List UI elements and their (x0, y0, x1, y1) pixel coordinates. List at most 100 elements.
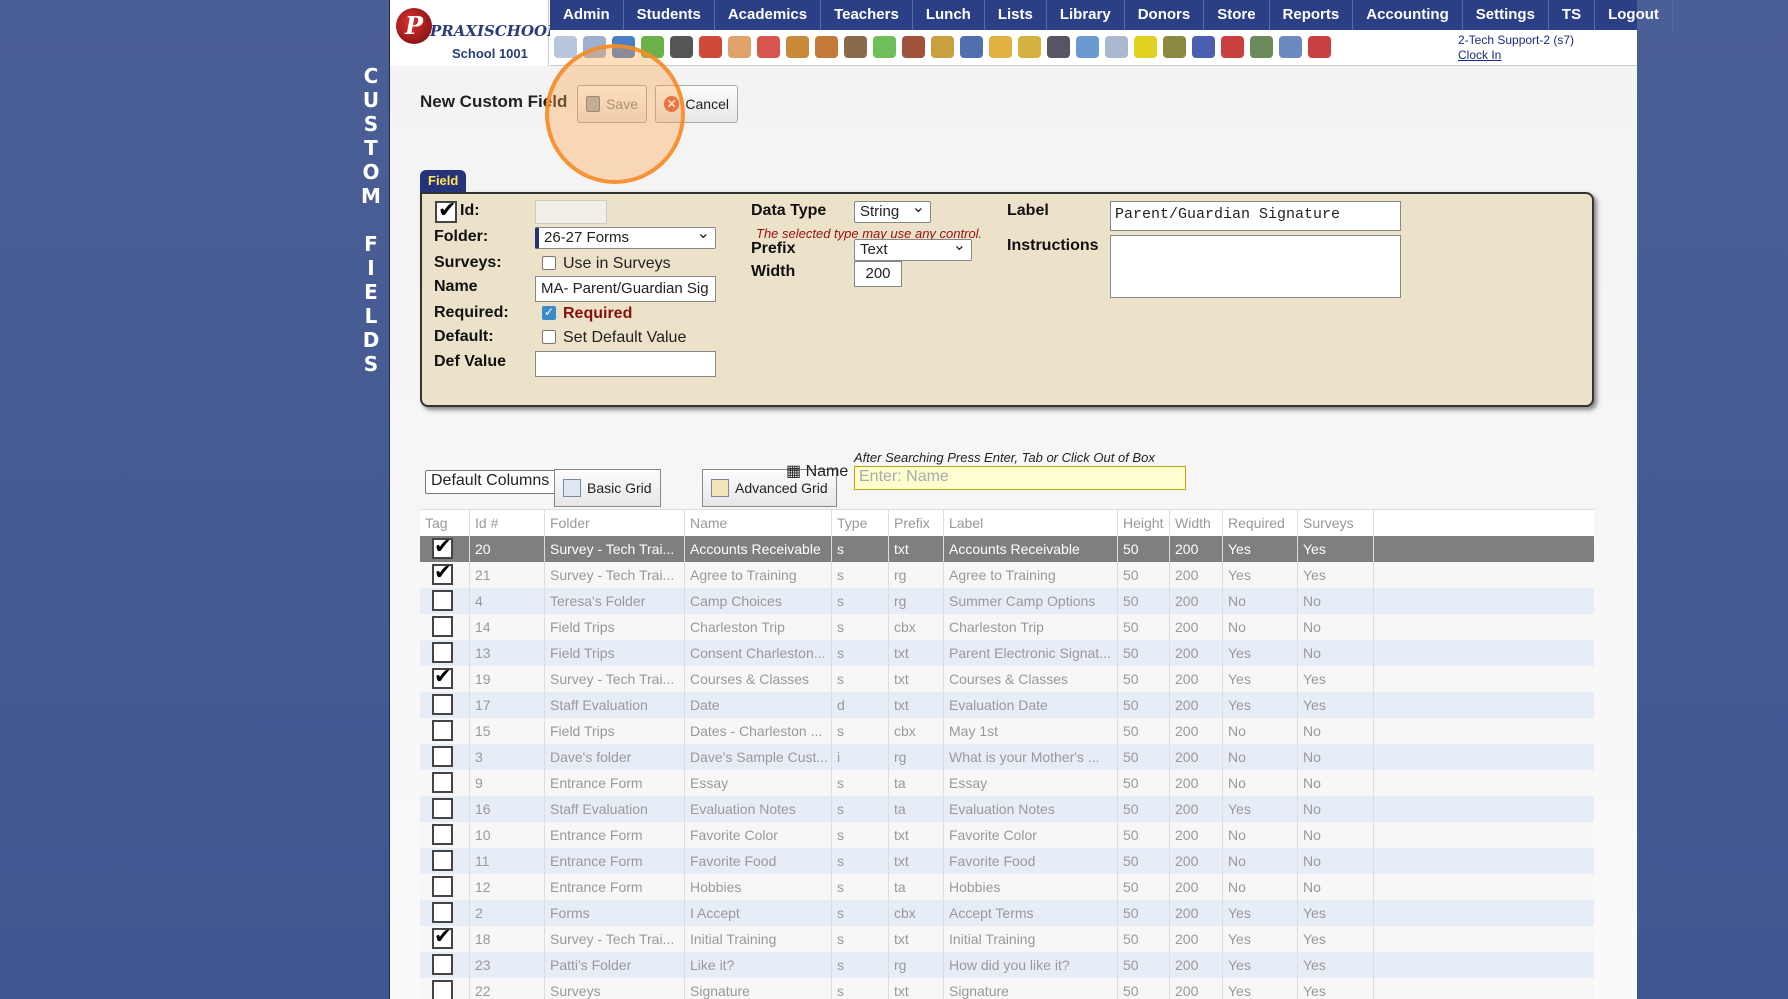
nav-item-settings[interactable]: Settings (1463, 0, 1549, 30)
table-row[interactable]: 13 Field Trips Consent Charleston... s txt Pa… (420, 640, 1594, 666)
table-row[interactable]: 20Survey - Tech Trai...Accounts Receivab… (420, 536, 1594, 562)
teacher-icon[interactable] (844, 36, 867, 58)
tag-checkbox[interactable] (432, 616, 453, 637)
phone-icon[interactable] (670, 36, 693, 58)
grid-icon[interactable] (728, 36, 751, 58)
table-row[interactable]: 2 Forms I Accept s cbx Accept Terms 50 200 Yes Ye… (420, 900, 1594, 926)
table-row[interactable]: 22 Surveys Signature s txt Signature 50 200 Yes Y… (420, 978, 1594, 999)
pdf-icon[interactable] (1221, 36, 1244, 58)
nav-item-ts[interactable]: TS (1549, 0, 1596, 30)
defvalue-input[interactable] (535, 351, 716, 377)
column-header-tag[interactable]: Tag (420, 510, 470, 536)
tag-checkbox[interactable] (432, 798, 453, 819)
table-row[interactable]: 17 Staff Evaluation Date d txt Evaluation Dat… (420, 692, 1594, 718)
power-icon[interactable] (1308, 36, 1331, 58)
nav-item-lists[interactable]: Lists (985, 0, 1047, 30)
ap-icon[interactable] (1192, 36, 1215, 58)
table-row[interactable]: 23 Patti's Folder Like it? s rg How did you l… (420, 952, 1594, 978)
tag-checkbox[interactable] (432, 720, 453, 741)
use-in-surveys-checkbox[interactable] (542, 256, 556, 270)
label-input[interactable]: Parent/Guardian Signature (1110, 201, 1401, 231)
datatype-select[interactable]: String (854, 199, 931, 223)
bell-icon[interactable] (989, 36, 1012, 58)
instructions-input[interactable] (1110, 235, 1401, 298)
column-header-label[interactable]: Label (944, 510, 1118, 536)
table-row[interactable]: 12 Entrance Form Hobbies s ta Hobbies 50 200 No N… (420, 874, 1594, 900)
table-row[interactable]: 16 Staff Evaluation Evaluation Notes s ta Eva… (420, 796, 1594, 822)
table-row[interactable]: 11 Entrance Form Favorite Food s txt Favorite… (420, 848, 1594, 874)
column-header-folder[interactable]: Folder (545, 510, 685, 536)
tag-checkbox[interactable] (432, 694, 453, 715)
nav-item-store[interactable]: Store (1204, 0, 1270, 30)
column-header-prefix[interactable]: Prefix (889, 510, 944, 536)
folder-select[interactable]: 26-27 Forms (535, 225, 716, 249)
id-checkbox[interactable] (435, 197, 457, 223)
book-icon[interactable] (960, 36, 983, 58)
person-icon[interactable] (1047, 36, 1070, 58)
nav-item-students[interactable]: Students (624, 0, 715, 30)
nav-item-lunch[interactable]: Lunch (913, 0, 985, 30)
table-row[interactable]: 10 Entrance Form Favorite Color s txt Favorit… (420, 822, 1594, 848)
column-header-id[interactable]: Id # (470, 510, 545, 536)
export-icon[interactable] (1018, 36, 1041, 58)
nav-item-donors[interactable]: Donors (1125, 0, 1205, 30)
tag-checkbox[interactable] (432, 926, 453, 950)
clock-icon[interactable] (1076, 36, 1099, 58)
nav-item-academics[interactable]: Academics (715, 0, 822, 30)
column-header-name[interactable]: Name (685, 510, 832, 536)
column-header-height[interactable]: Height (1118, 510, 1170, 536)
column-header-width[interactable]: Width (1170, 510, 1223, 536)
nav-item-teachers[interactable]: Teachers (821, 0, 913, 30)
basic-grid-button[interactable]: Basic Grid (554, 469, 661, 507)
tag-checkbox[interactable] (432, 562, 453, 586)
table-row[interactable]: 3 Dave's folder Dave's Sample Cust... i rg Wh… (420, 744, 1594, 770)
megaphone-icon[interactable] (786, 36, 809, 58)
tag-checkbox[interactable] (432, 850, 453, 871)
student-icon[interactable] (815, 36, 838, 58)
tag-checkbox[interactable] (432, 772, 453, 793)
tag-checkbox[interactable] (432, 980, 453, 999)
speaker-icon[interactable] (699, 36, 722, 58)
tag-checkbox[interactable] (432, 902, 453, 923)
table-row[interactable]: 14 Field Trips Charleston Trip s cbx Charlest… (420, 614, 1594, 640)
table-row[interactable]: 15 Field Trips Dates - Charleston ... s cbx M… (420, 718, 1594, 744)
required-checkbox[interactable] (542, 305, 556, 320)
search-icon[interactable] (554, 36, 577, 58)
nav-item-logout[interactable]: Logout (1595, 0, 1673, 30)
name-input[interactable]: MA- Parent/Guardian Sig (535, 276, 716, 302)
table-row[interactable]: 21Survey - Tech Trai...Agree to Training… (420, 562, 1594, 588)
nav-item-reports[interactable]: Reports (1270, 0, 1354, 30)
tag-checkbox[interactable] (432, 824, 453, 845)
table-row[interactable]: 18Survey - Tech Trai...Initial Trainings… (420, 926, 1594, 952)
name-search-input[interactable]: Enter: Name (854, 466, 1186, 490)
help-icon[interactable] (1279, 36, 1302, 58)
calendar2-icon[interactable] (757, 36, 780, 58)
money-icon[interactable] (1250, 36, 1273, 58)
pencil-icon[interactable] (873, 36, 896, 58)
tag-checkbox[interactable] (432, 536, 453, 560)
clock-in-link[interactable]: Clock In (1458, 48, 1501, 62)
prefix-select[interactable]: Text (854, 237, 972, 261)
users-icon[interactable] (902, 36, 925, 58)
table-row[interactable]: 4 Teresa's Folder Camp Choices s rg Summer Ca… (420, 588, 1594, 614)
tag-checkbox[interactable] (432, 954, 453, 975)
column-header-surveys[interactable]: Surveys (1298, 510, 1374, 536)
column-header-required[interactable]: Required (1223, 510, 1298, 536)
column-header-type[interactable]: Type (832, 510, 889, 536)
doc-icon[interactable] (1105, 36, 1128, 58)
tag-checkbox[interactable] (432, 876, 453, 897)
tab-field[interactable]: Field (420, 170, 467, 192)
bread-icon[interactable] (931, 36, 954, 58)
tag-checkbox[interactable] (432, 666, 453, 690)
nav-item-admin[interactable]: Admin (550, 0, 624, 30)
default-checkbox[interactable] (542, 330, 556, 344)
width-input[interactable]: 200 (854, 261, 902, 287)
table-row[interactable]: 9 Entrance Form Essay s ta Essay 50 200 No No (420, 770, 1594, 796)
tag-checkbox[interactable] (432, 642, 453, 663)
nav-item-library[interactable]: Library (1047, 0, 1125, 30)
table-row[interactable]: 19Survey - Tech Trai...Courses & Classes… (420, 666, 1594, 692)
tag-checkbox[interactable] (432, 746, 453, 767)
printer-icon[interactable] (1163, 36, 1186, 58)
card-icon[interactable] (1134, 36, 1157, 58)
logo[interactable]: P PRAXISCHOOL School 1001 (390, 0, 558, 66)
